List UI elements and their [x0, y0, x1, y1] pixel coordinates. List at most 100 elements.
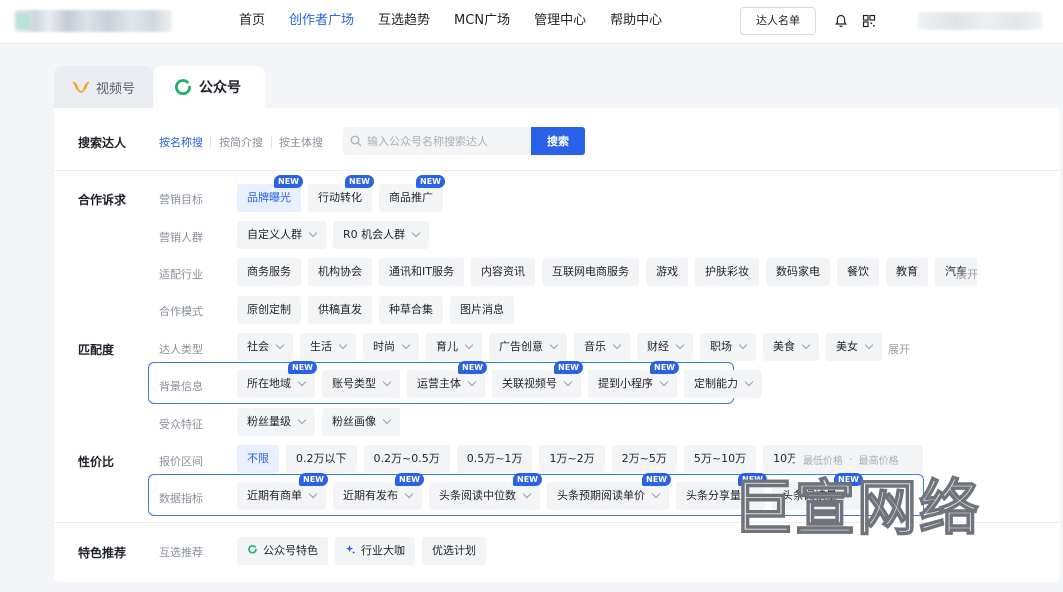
chevron-down-icon: [404, 489, 414, 499]
dropdown-recent-publish[interactable]: 近期有发布 NEW: [333, 473, 424, 510]
nav-creator-square[interactable]: 创作者广场: [277, 0, 366, 44]
max-price-input[interactable]: 最高价格: [859, 452, 899, 467]
chip-price-range[interactable]: 不限: [237, 445, 279, 473]
row-label-marketing-audience: 营销人群: [159, 231, 203, 244]
nav-home[interactable]: 首页: [227, 0, 277, 44]
search-mode-intro[interactable]: 按简介搜: [219, 134, 263, 150]
chip-industry[interactable]: 数码家电: [765, 258, 830, 286]
search-mode-name[interactable]: 按名称搜: [159, 134, 203, 150]
row-label-talent-type: 达人类型: [159, 343, 203, 356]
new-badge: NEW: [458, 361, 487, 374]
logo-blurred: [14, 10, 172, 32]
chip-oa-feature[interactable]: 公众号特色: [237, 537, 328, 565]
nav-management[interactable]: 管理中心: [522, 0, 598, 44]
dropdown-talent-type[interactable]: 美女: [826, 333, 882, 361]
dropdown-fan-scale[interactable]: 粉丝量级: [237, 408, 315, 436]
chip-industry-expert[interactable]: 行业大咖: [335, 537, 415, 565]
chip-product-promotion[interactable]: 商品推广 NEW: [379, 175, 445, 212]
dropdown-region[interactable]: 所在地域 NEW: [237, 361, 317, 398]
custom-price-range: 最低价格 - 最高价格: [795, 445, 923, 473]
chip-action-conversion[interactable]: 行动转化 NEW: [308, 175, 374, 212]
nav-trends[interactable]: 互选趋势: [366, 0, 442, 44]
search-icon: [350, 135, 362, 147]
talent-type-expand-link[interactable]: 展开: [888, 341, 910, 357]
row-label-mutual-pick: 互选推荐: [159, 546, 203, 559]
chip-coop-mode[interactable]: 供稿直发: [308, 296, 372, 324]
marketing-goal-chips: 品牌曝光 NEW 行动转化 NEW 商品推广 NEW: [237, 175, 445, 212]
dropdown-operator-entity[interactable]: 运营主体 NEW: [407, 361, 487, 398]
dropdown-talent-type[interactable]: 生活: [300, 333, 356, 361]
dropdown-mini-program[interactable]: 提到小程序 NEW: [588, 361, 679, 398]
nav-mcn-square[interactable]: MCN广场: [442, 0, 522, 44]
dropdown-talent-type[interactable]: 音乐: [574, 333, 630, 361]
chip-price-range[interactable]: 0.2万以下: [286, 445, 357, 473]
user-info-blurred: [918, 12, 1042, 30]
chevron-down-icon: [675, 340, 685, 350]
tab-official-account[interactable]: 公众号: [153, 66, 266, 108]
dropdown-talent-type[interactable]: 时尚: [363, 333, 419, 361]
new-badge: NEW: [650, 361, 679, 374]
chip-coop-mode[interactable]: 种草合集: [379, 296, 443, 324]
chip-industry[interactable]: 商务服务: [237, 258, 301, 286]
search-button[interactable]: 搜索: [531, 127, 585, 155]
dropdown-custom-audience[interactable]: 自定义人群: [237, 221, 326, 249]
new-badge: NEW: [345, 175, 374, 188]
dropdown-account-type[interactable]: 账号类型: [322, 370, 400, 398]
chip-industry[interactable]: 内容资讯: [470, 258, 535, 286]
section-match-title: 匹配度: [78, 343, 115, 357]
tab-official-account-label: 公众号: [199, 80, 242, 96]
dropdown-talent-type[interactable]: 社会: [237, 333, 293, 361]
chip-industry[interactable]: 机构协会: [308, 258, 372, 286]
chip-coop-mode[interactable]: 原创定制: [237, 296, 301, 324]
industry-expand-link[interactable]: 展开: [956, 266, 978, 282]
chip-brand-exposure[interactable]: 品牌曝光 NEW: [237, 175, 303, 212]
dropdown-recent-order[interactable]: 近期有商单 NEW: [237, 473, 328, 510]
new-badge: NEW: [554, 361, 583, 374]
chip-price-range[interactable]: 2万~5万: [611, 445, 677, 473]
background-chips: 所在地域 NEW 账号类型 运营主体 NEW 关联视频号 NEW 提到小程序 NEW 定…: [237, 361, 762, 398]
row-label-audience-traits: 受众特征: [159, 418, 203, 431]
new-badge: NEW: [288, 361, 317, 374]
chip-price-range[interactable]: 0.2万~0.5万: [363, 445, 450, 473]
chip-industry[interactable]: 教育: [885, 258, 928, 286]
chip-industry[interactable]: 游戏: [645, 258, 688, 286]
chip-price-range[interactable]: 1万~2万: [539, 445, 605, 473]
qrcode-icon[interactable]: [861, 13, 877, 29]
dropdown-median-reads[interactable]: 头条阅读中位数 NEW: [429, 473, 542, 510]
chip-industry[interactable]: 互联网电商服务: [541, 258, 639, 286]
nav-help[interactable]: 帮助中心: [598, 0, 674, 44]
chevron-down-icon: [297, 377, 307, 387]
chip-industry[interactable]: 通讯和IT服务: [379, 258, 464, 286]
chip-price-range[interactable]: 5万~10万: [683, 445, 757, 473]
tab-channels[interactable]: 视频号: [54, 66, 154, 108]
dropdown-custom-ability[interactable]: 定制能力: [684, 370, 762, 398]
dropdown-talent-type[interactable]: 广告创意: [489, 333, 567, 361]
chip-preferred-plan[interactable]: 优选计划: [422, 537, 486, 565]
row-label-data-metrics: 数据指标: [159, 492, 203, 505]
new-badge: NEW: [395, 473, 424, 486]
dropdown-talent-type[interactable]: 财经: [637, 333, 693, 361]
chevron-down-icon: [401, 340, 411, 350]
dropdown-talent-type[interactable]: 职场: [700, 333, 756, 361]
chevron-down-icon: [801, 340, 811, 350]
mutual-pick-chips: 公众号特色 行业大咖 优选计划: [237, 537, 486, 565]
chip-price-range[interactable]: 0.5万~1万: [456, 445, 533, 473]
chevron-down-icon: [275, 340, 285, 350]
dropdown-r0-audience[interactable]: R0 机会人群: [333, 221, 430, 249]
dropdown-talent-type[interactable]: 育儿: [426, 333, 482, 361]
chip-industry[interactable]: 护肤彩妆: [694, 258, 759, 286]
talent-list-button[interactable]: 达人名单: [740, 7, 816, 35]
section-divider: [54, 170, 1060, 171]
search-mode-entity[interactable]: 按主体搜: [279, 134, 323, 150]
dropdown-expected-read-price[interactable]: 头条预期阅读单价 NEW: [547, 473, 671, 510]
min-price-input[interactable]: 最低价格: [803, 452, 843, 467]
dropdown-fan-profile[interactable]: 粉丝画像: [322, 408, 400, 436]
chip-coop-mode[interactable]: 图片消息: [450, 296, 514, 324]
chip-industry[interactable]: 餐饮: [836, 258, 879, 286]
dropdown-talent-type[interactable]: 美食: [763, 333, 819, 361]
search-input[interactable]: [343, 127, 531, 155]
chevron-down-icon: [522, 489, 532, 499]
channels-icon: [72, 81, 90, 93]
bell-icon[interactable]: [833, 13, 849, 29]
dropdown-linked-channel[interactable]: 关联视频号 NEW: [492, 361, 583, 398]
